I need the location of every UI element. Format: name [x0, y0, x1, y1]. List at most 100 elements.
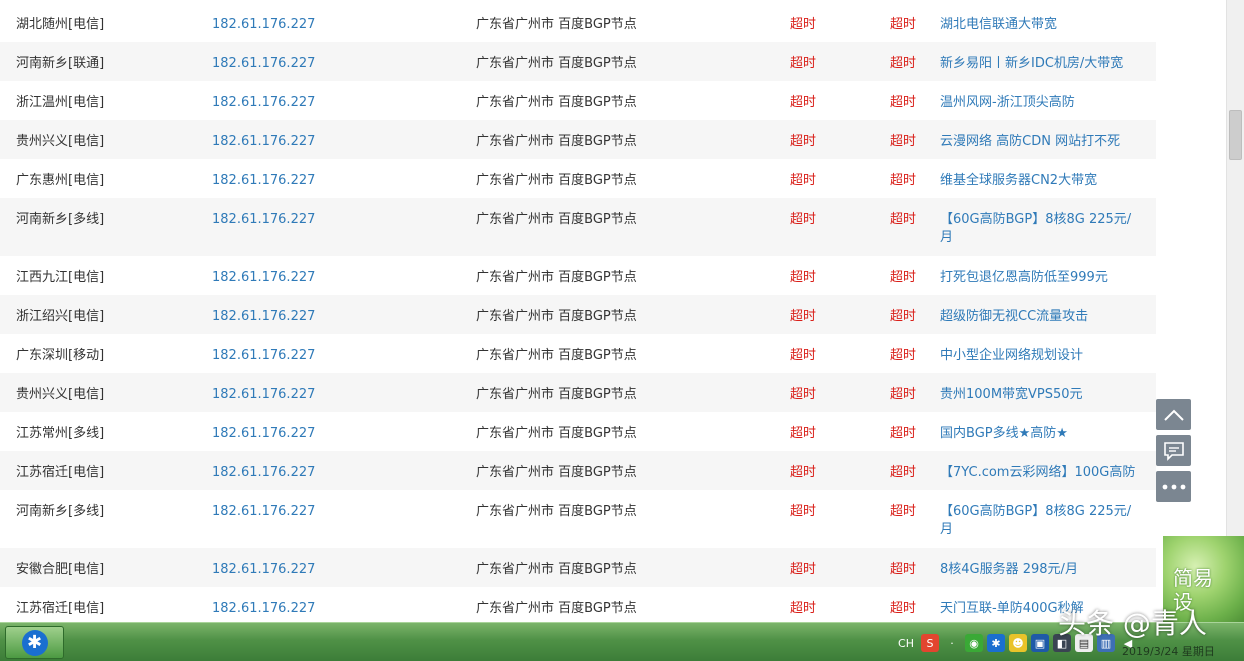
table-row: 江西九江[电信] 182.61.176.227 广东省广州市 百度BGP节点 超…	[0, 256, 1156, 295]
ip-cell[interactable]: 182.61.176.227	[200, 425, 464, 443]
timeout-cell: 超时	[890, 173, 917, 188]
sponsor-link[interactable]: 【60G高防BGP】8核8G 225元/月	[940, 503, 1144, 539]
timeout-cell: 超时	[790, 465, 817, 480]
sponsor-link[interactable]: 维基全球服务器CN2大带宽	[940, 172, 1144, 190]
ip-cell[interactable]: 182.61.176.227	[200, 211, 464, 229]
ip-cell[interactable]: 182.61.176.227	[200, 133, 464, 151]
dot-icon: ·	[950, 636, 954, 650]
watermark: 头条 @青人	[1058, 607, 1207, 640]
timeout-cell: 超时	[890, 212, 917, 227]
location-cell: 广东惠州[电信]	[16, 173, 105, 188]
sponsor-link[interactable]: 贵州100M带宽VPS50元	[940, 386, 1144, 404]
sponsor-link[interactable]: 新乡易阳丨新乡IDC机房/大带宽	[940, 55, 1144, 73]
sponsor-link[interactable]: 湖北电信联通大带宽	[940, 16, 1144, 34]
timeout-cell: 超时	[790, 134, 817, 149]
timeout-cell: 超时	[890, 270, 917, 285]
security-app-icon[interactable]: ☻	[1009, 634, 1027, 652]
timeout-cell: 超时	[790, 56, 817, 71]
sponsor-link[interactable]: 国内BGP多线★高防★	[940, 425, 1144, 443]
table-row: 浙江温州[电信] 182.61.176.227 广东省广州市 百度BGP节点 超…	[0, 81, 1156, 120]
sponsor-link[interactable]: 温州风网-浙江顶尖高防	[940, 94, 1144, 112]
comment-icon	[1163, 441, 1184, 461]
timeout-cell: 超时	[790, 309, 817, 324]
ip-cell[interactable]: 182.61.176.227	[200, 600, 464, 618]
ip-cell[interactable]: 182.61.176.227	[200, 464, 464, 482]
isp-cell: 广东省广州市 百度BGP节点	[476, 465, 637, 480]
isp-cell: 广东省广州市 百度BGP节点	[476, 173, 637, 188]
location-cell: 江苏宿迁[电信]	[16, 601, 105, 616]
timeout-cell: 超时	[790, 504, 817, 519]
ip-cell[interactable]: 182.61.176.227	[200, 347, 464, 365]
ip-cell[interactable]: 182.61.176.227	[200, 172, 464, 190]
timeout-cell: 超时	[790, 601, 817, 616]
feedback-button[interactable]	[1156, 435, 1191, 466]
results-table: 湖北随州[电信] 182.61.176.227 广东省广州市 百度BGP节点 超…	[0, 0, 1156, 622]
sogou-input-icon[interactable]: S	[921, 634, 939, 652]
location-cell: 河南新乡[多线]	[16, 504, 105, 519]
ip-cell[interactable]: 182.61.176.227	[200, 94, 464, 112]
sponsor-link[interactable]: 云漫网络 高防CDN 网站打不死	[940, 133, 1144, 151]
isp-cell: 广东省广州市 百度BGP节点	[476, 601, 637, 616]
sponsor-link[interactable]: 【7YC.com云彩网络】100G高防	[940, 464, 1144, 482]
vertical-scrollbar[interactable]	[1226, 0, 1244, 622]
scrollbar-thumb[interactable]	[1229, 110, 1242, 160]
timeout-cell: 超时	[890, 134, 917, 149]
table-row: 江苏宿迁[电信] 182.61.176.227 广东省广州市 百度BGP节点 超…	[0, 587, 1156, 622]
ip-cell[interactable]: 182.61.176.227	[200, 55, 464, 73]
back-to-top-button[interactable]	[1156, 399, 1191, 430]
sponsor-link[interactable]: 打死包退亿恩高防低至999元	[940, 269, 1144, 287]
table-row: 贵州兴义[电信] 182.61.176.227 广东省广州市 百度BGP节点 超…	[0, 120, 1156, 159]
sponsor-link[interactable]: 超级防御无视CC流量攻击	[940, 308, 1144, 326]
chevron-up-icon	[1163, 409, 1184, 421]
network-app-icon[interactable]: ▣	[1031, 634, 1049, 652]
table-row: 浙江绍兴[电信] 182.61.176.227 广东省广州市 百度BGP节点 超…	[0, 295, 1156, 334]
more-icon	[1162, 484, 1185, 489]
wechat-icon[interactable]: ◉	[965, 634, 983, 652]
isp-cell: 广东省广州市 百度BGP节点	[476, 504, 637, 519]
clock-date[interactable]: 2019/3/24 星期日	[1122, 643, 1215, 659]
isp-cell: 广东省广州市 百度BGP节点	[476, 348, 637, 363]
table-row: 江苏常州[多线] 182.61.176.227 广东省广州市 百度BGP节点 超…	[0, 412, 1156, 451]
timeout-cell: 超时	[890, 348, 917, 363]
ime-indicator[interactable]: CH	[895, 637, 917, 650]
timeout-cell: 超时	[890, 387, 917, 402]
start-star-icon: ✱	[21, 629, 48, 656]
timeout-cell: 超时	[890, 601, 917, 616]
table-row: 湖北随州[电信] 182.61.176.227 广东省广州市 百度BGP节点 超…	[0, 3, 1156, 42]
sponsor-link[interactable]: 中小型企业网络规划设计	[940, 347, 1144, 365]
ip-cell[interactable]: 182.61.176.227	[200, 308, 464, 326]
sponsor-link[interactable]: 【60G高防BGP】8核8G 225元/月	[940, 211, 1144, 247]
timeout-cell: 超时	[790, 426, 817, 441]
timeout-cell: 超时	[790, 95, 817, 110]
timeout-cell: 超时	[890, 95, 917, 110]
ip-cell[interactable]: 182.61.176.227	[200, 561, 464, 579]
more-button[interactable]	[1156, 471, 1191, 502]
ip-cell[interactable]: 182.61.176.227	[200, 269, 464, 287]
table-row: 河南新乡[联通] 182.61.176.227 广东省广州市 百度BGP节点 超…	[0, 42, 1156, 81]
ip-cell[interactable]: 182.61.176.227	[200, 503, 464, 521]
table-row: 江苏宿迁[电信] 182.61.176.227 广东省广州市 百度BGP节点 超…	[0, 451, 1156, 490]
sponsor-link[interactable]: 8核4G服务器 298元/月	[940, 561, 1144, 579]
table-row: 广东惠州[电信] 182.61.176.227 广东省广州市 百度BGP节点 超…	[0, 159, 1156, 198]
timeout-cell: 超时	[790, 387, 817, 402]
timeout-cell: 超时	[790, 212, 817, 227]
location-cell: 贵州兴义[电信]	[16, 387, 105, 402]
star-app-icon[interactable]: ✱	[987, 634, 1005, 652]
table-row: 河南新乡[多线] 182.61.176.227 广东省广州市 百度BGP节点 超…	[0, 198, 1156, 256]
isp-cell: 广东省广州市 百度BGP节点	[476, 212, 637, 227]
timeout-cell: 超时	[790, 270, 817, 285]
ip-cell[interactable]: 182.61.176.227	[200, 16, 464, 34]
table-row: 广东深圳[移动] 182.61.176.227 广东省广州市 百度BGP节点 超…	[0, 334, 1156, 373]
timeout-cell: 超时	[890, 309, 917, 324]
location-cell: 浙江绍兴[电信]	[16, 309, 105, 324]
timeout-cell: 超时	[790, 173, 817, 188]
timeout-cell: 超时	[890, 56, 917, 71]
ip-cell[interactable]: 182.61.176.227	[200, 386, 464, 404]
isp-cell: 广东省广州市 百度BGP节点	[476, 270, 637, 285]
location-cell: 安徽合肥[电信]	[16, 562, 105, 577]
timeout-cell: 超时	[890, 465, 917, 480]
timeout-cell: 超时	[790, 17, 817, 32]
timeout-cell: 超时	[790, 562, 817, 577]
start-button[interactable]: ✱	[5, 626, 64, 659]
table-row: 河南新乡[多线] 182.61.176.227 广东省广州市 百度BGP节点 超…	[0, 490, 1156, 548]
